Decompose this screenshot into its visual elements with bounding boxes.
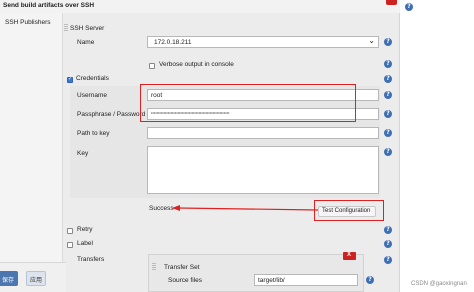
help-icon[interactable]: ?	[384, 75, 392, 83]
close-icon: X	[347, 252, 352, 258]
key-label: Key	[77, 150, 89, 157]
label-option-label: Label	[77, 240, 93, 247]
check-icon: ✓	[68, 76, 73, 82]
username-label: Username	[77, 92, 107, 99]
help-icon[interactable]: ?	[384, 256, 392, 264]
chevron-down-icon: ⌄	[368, 36, 375, 45]
label-checkbox[interactable]	[67, 242, 73, 248]
help-icon[interactable]: ?	[384, 226, 392, 234]
save-button-label: 保存	[2, 277, 15, 284]
source-files-input[interactable]: target/lib/	[254, 274, 358, 286]
sidebar-item-ssh-publishers: SSH Publishers	[5, 19, 51, 26]
retry-label: Retry	[77, 226, 93, 233]
help-icon[interactable]: ?	[384, 110, 392, 118]
help-icon[interactable]: ?	[384, 129, 392, 137]
key-textarea[interactable]	[147, 146, 379, 194]
grip-handle[interactable]	[152, 263, 156, 271]
test-button-highlight-box	[314, 200, 384, 221]
credentials-label: Credentials	[76, 75, 109, 82]
path-to-key-input[interactable]	[147, 127, 379, 139]
help-icon[interactable]: ?	[384, 148, 392, 156]
watermark: CSDN @gaoxingnan	[411, 281, 467, 287]
source-files-value: target/lib/	[258, 277, 285, 284]
help-icon[interactable]: ?	[366, 276, 374, 284]
annotation-arrow	[172, 205, 319, 211]
transfer-set-header: Transfer Set	[164, 264, 200, 271]
delete-transfer-button[interactable]: X	[343, 252, 356, 260]
name-label: Name	[77, 39, 95, 46]
source-files-label: Source files	[168, 277, 202, 284]
help-icon[interactable]: ?	[384, 60, 392, 68]
help-icon[interactable]: ?	[384, 38, 392, 46]
credentials-highlight-box	[140, 84, 356, 122]
section-title: Send build artifacts over SSH	[3, 2, 95, 9]
help-icon[interactable]: ?	[384, 91, 392, 99]
right-gutter	[400, 0, 474, 292]
sidebar-panel	[0, 13, 62, 292]
grip-handle[interactable]	[64, 24, 68, 32]
name-select-value: 172.0.18.211	[154, 39, 192, 46]
save-button[interactable]: 保存	[0, 271, 18, 286]
transfers-label: Transfers	[77, 256, 105, 263]
verbose-checkbox[interactable]	[149, 63, 155, 69]
transfer-set-panel	[148, 254, 364, 292]
help-icon[interactable]: ?	[384, 240, 392, 248]
name-select[interactable]: 172.0.18.211 ⌄	[147, 36, 379, 48]
credentials-checkbox[interactable]: ✓	[67, 76, 73, 83]
help-icon[interactable]: ?	[405, 3, 413, 11]
path-to-key-label: Path to key	[77, 130, 110, 137]
verbose-label: Verbose output in console	[159, 61, 234, 68]
password-label: Passphrase / Password	[77, 111, 146, 118]
ssh-server-header: SSH Server	[70, 25, 105, 32]
apply-button[interactable]: 应用	[26, 271, 46, 286]
retry-checkbox[interactable]	[67, 228, 73, 234]
delete-section-button[interactable]	[386, 0, 397, 5]
apply-button-label: 应用	[30, 277, 43, 284]
